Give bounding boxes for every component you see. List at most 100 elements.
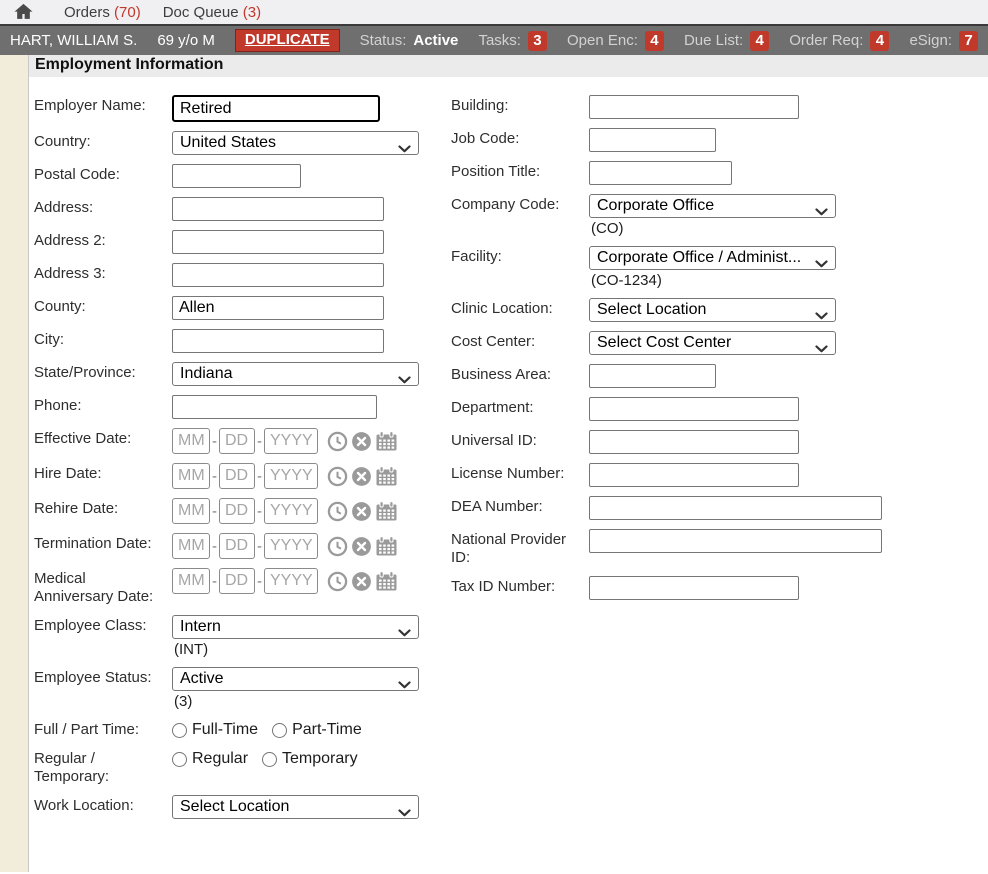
clock-icon[interactable] bbox=[327, 466, 348, 487]
business-area-label: Business Area: bbox=[451, 364, 589, 388]
dea-number-input[interactable] bbox=[589, 496, 882, 520]
clock-icon[interactable] bbox=[327, 501, 348, 522]
building-input[interactable] bbox=[589, 95, 799, 119]
clock-icon[interactable] bbox=[327, 571, 348, 592]
due-list-count-badge[interactable]: 4 bbox=[750, 31, 769, 51]
department-input[interactable] bbox=[589, 397, 799, 421]
chevron-down-icon bbox=[815, 255, 828, 273]
phone-row: Phone: bbox=[34, 395, 451, 419]
county-input[interactable] bbox=[172, 296, 384, 320]
date-separator: - bbox=[257, 538, 262, 555]
clear-icon[interactable] bbox=[351, 431, 372, 452]
job-code-label: Job Code: bbox=[451, 128, 589, 152]
universal-id-row: Universal ID: bbox=[451, 430, 988, 454]
medical-anniversary-yyyy-input[interactable] bbox=[264, 568, 318, 594]
company-code-select[interactable]: Corporate Office bbox=[589, 194, 836, 218]
tax-id-number-label: Tax ID Number: bbox=[451, 576, 589, 600]
cost-center-select[interactable]: Select Cost Center bbox=[589, 331, 836, 355]
phone-input[interactable] bbox=[172, 395, 377, 419]
nav-doc-queue-link[interactable]: Doc Queue (3) bbox=[163, 4, 261, 21]
clinic-location-select[interactable]: Select Location bbox=[589, 298, 836, 322]
termination-date-row: Termination Date: - - bbox=[34, 533, 451, 559]
hire-date-yyyy-input[interactable] bbox=[264, 463, 318, 489]
universal-id-input[interactable] bbox=[589, 430, 799, 454]
facility-select[interactable]: Corporate Office / Administ... bbox=[589, 246, 836, 270]
calendar-icon[interactable] bbox=[375, 536, 398, 557]
effective-date-yyyy-input[interactable] bbox=[264, 428, 318, 454]
city-input[interactable] bbox=[172, 329, 384, 353]
city-label: City: bbox=[34, 329, 172, 353]
address2-input[interactable] bbox=[172, 230, 384, 254]
national-provider-id-input[interactable] bbox=[589, 529, 882, 553]
address-input[interactable] bbox=[172, 197, 384, 221]
postal-code-input[interactable] bbox=[172, 164, 301, 188]
cost-center-label: Cost Center: bbox=[451, 331, 589, 355]
due-list-label: Due List: bbox=[684, 32, 743, 49]
clock-icon[interactable] bbox=[327, 536, 348, 557]
nav-orders-link[interactable]: Orders (70) bbox=[64, 4, 141, 21]
tax-id-number-input[interactable] bbox=[589, 576, 799, 600]
hire-date-dd-input[interactable] bbox=[219, 463, 255, 489]
calendar-icon[interactable] bbox=[375, 466, 398, 487]
state-select[interactable]: Indiana bbox=[172, 362, 419, 386]
facility-row: Facility: Corporate Office / Administ...… bbox=[451, 246, 988, 289]
part-time-radio[interactable] bbox=[272, 723, 287, 738]
esign-count-badge[interactable]: 7 bbox=[959, 31, 978, 51]
license-number-input[interactable] bbox=[589, 463, 799, 487]
medical-anniversary-mm-input[interactable] bbox=[172, 568, 210, 594]
address-row: Address: bbox=[34, 197, 451, 221]
calendar-icon[interactable] bbox=[375, 571, 398, 592]
facility-select-value: Corporate Office / Administ... bbox=[597, 249, 801, 267]
tasks-label: Tasks: bbox=[478, 32, 521, 49]
full-time-radio[interactable] bbox=[172, 723, 187, 738]
employee-status-select[interactable]: Active bbox=[172, 667, 419, 691]
rehire-date-dd-input[interactable] bbox=[219, 498, 255, 524]
calendar-icon[interactable] bbox=[375, 431, 398, 452]
order-req-count-badge[interactable]: 4 bbox=[870, 31, 889, 51]
open-enc-count-badge[interactable]: 4 bbox=[645, 31, 664, 51]
regular-radio[interactable] bbox=[172, 752, 187, 767]
calendar-icon[interactable] bbox=[375, 501, 398, 522]
employee-class-row: Employee Class: Intern (INT) bbox=[34, 615, 451, 658]
clear-icon[interactable] bbox=[351, 501, 372, 522]
clinic-location-label: Clinic Location: bbox=[451, 298, 589, 322]
medical-anniversary-dd-input[interactable] bbox=[219, 568, 255, 594]
esign-label: eSign: bbox=[909, 32, 952, 49]
clear-icon[interactable] bbox=[351, 466, 372, 487]
date-separator: - bbox=[257, 503, 262, 520]
section-title: Employment Information bbox=[29, 55, 988, 77]
termination-date-mm-input[interactable] bbox=[172, 533, 210, 559]
clear-icon[interactable] bbox=[351, 536, 372, 557]
company-code-label: Company Code: bbox=[451, 194, 589, 237]
duplicate-badge[interactable]: DUPLICATE bbox=[235, 29, 340, 52]
job-code-input[interactable] bbox=[589, 128, 716, 152]
tasks-count-badge[interactable]: 3 bbox=[528, 31, 547, 51]
clinic-location-select-value: Select Location bbox=[597, 301, 706, 319]
temporary-radio[interactable] bbox=[262, 752, 277, 767]
effective-date-mm-input[interactable] bbox=[172, 428, 210, 454]
termination-date-yyyy-input[interactable] bbox=[264, 533, 318, 559]
building-row: Building: bbox=[451, 95, 988, 119]
effective-date-dd-input[interactable] bbox=[219, 428, 255, 454]
address3-input[interactable] bbox=[172, 263, 384, 287]
address3-row: Address 3: bbox=[34, 263, 451, 287]
business-area-input[interactable] bbox=[589, 364, 716, 388]
rehire-date-yyyy-input[interactable] bbox=[264, 498, 318, 524]
hire-date-mm-input[interactable] bbox=[172, 463, 210, 489]
termination-date-dd-input[interactable] bbox=[219, 533, 255, 559]
date-separator: - bbox=[257, 433, 262, 450]
position-title-input[interactable] bbox=[589, 161, 732, 185]
employee-class-select[interactable]: Intern bbox=[172, 615, 419, 639]
rehire-date-mm-input[interactable] bbox=[172, 498, 210, 524]
employer-name-input[interactable] bbox=[172, 95, 380, 122]
work-location-select[interactable]: Select Location bbox=[172, 795, 419, 819]
home-button[interactable] bbox=[13, 2, 34, 22]
clock-icon[interactable] bbox=[327, 431, 348, 452]
full-time-radio-label: Full-Time bbox=[192, 721, 258, 739]
company-code-row: Company Code: Corporate Office (CO) bbox=[451, 194, 988, 237]
country-select[interactable]: United States bbox=[172, 131, 419, 155]
nav-orders-count: (70) bbox=[114, 4, 141, 21]
clear-icon[interactable] bbox=[351, 571, 372, 592]
position-title-row: Position Title: bbox=[451, 161, 988, 185]
company-code-code: (CO) bbox=[589, 220, 836, 237]
